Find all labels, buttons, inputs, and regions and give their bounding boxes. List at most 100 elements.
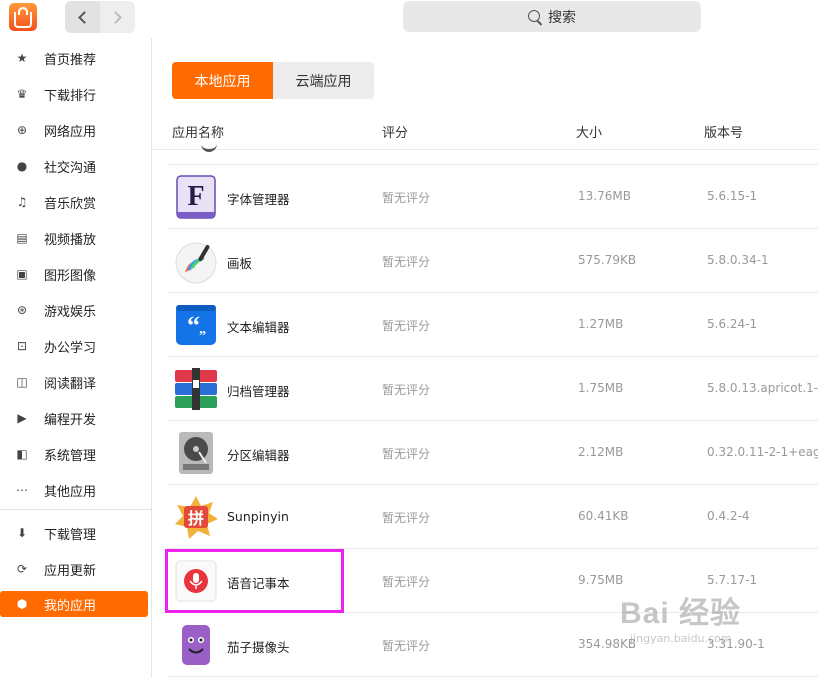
camera-face-icon [173, 622, 219, 668]
column-header-version[interactable]: 版本号 [704, 122, 743, 141]
download-icon: ⬇ [16, 526, 28, 540]
crown-icon: ♛ [16, 87, 28, 101]
sidebar-item-label: 社交沟通 [44, 160, 97, 176]
sidebar-item-label: 视频播放 [44, 232, 97, 248]
highlight-box [165, 549, 344, 613]
column-header-size[interactable]: 大小 [576, 122, 602, 141]
system-icon: ◧ [16, 447, 28, 461]
tab-cloud-apps[interactable]: 云端应用 [273, 62, 374, 99]
sidebar-item-updates[interactable]: ⟳ 应用更新 [0, 556, 148, 582]
table-row[interactable]: 归档管理器 暂无评分 1.75MB 5.8.0.13.apricot.1-1 [167, 357, 818, 421]
paintbrush-icon [173, 238, 219, 284]
app-name: 文本编辑器 [227, 320, 290, 335]
sidebar-item-label: 我的应用 [44, 598, 97, 614]
image-icon: ▣ [16, 267, 28, 281]
sidebar-item-label: 游戏娱乐 [44, 304, 97, 320]
sidebar-item-label: 应用更新 [44, 563, 97, 579]
search-label: 搜索 [548, 9, 576, 26]
table-header: 应用名称 评分 大小 版本号 [152, 112, 818, 150]
sidebar-item-games[interactable]: ⊛ 游戏娱乐 [0, 297, 148, 323]
table-row[interactable]: 画板 暂无评分 575.79KB 5.8.0.34-1 [167, 229, 818, 293]
app-size: 1.75MB [578, 381, 624, 395]
sidebar-item-label: 编程开发 [44, 412, 97, 428]
chevron-left-icon [78, 10, 91, 24]
app-size: 1.27MB [578, 317, 624, 331]
sidebar-item-system[interactable]: ◧ 系统管理 [0, 441, 148, 467]
column-header-rating[interactable]: 评分 [382, 122, 408, 141]
titlebar: 搜索 [0, 0, 818, 38]
app-rating: 暂无评分 [382, 319, 431, 333]
sidebar-item-label: 音乐欣赏 [44, 196, 97, 212]
app-rating: 暂无评分 [382, 255, 431, 269]
app-rating: 暂无评分 [382, 639, 431, 653]
sidebar-item-music[interactable]: ♫ 音乐欣赏 [0, 189, 148, 215]
app-size: 2.12MB [578, 445, 624, 459]
column-header-name[interactable]: 应用名称 [172, 122, 224, 141]
tab-local-apps[interactable]: 本地应用 [172, 62, 273, 99]
sidebar-divider [0, 509, 151, 510]
svg-text:拼: 拼 [188, 509, 204, 528]
app-version: 3.31.90-1 [707, 637, 765, 651]
app-size: 9.75MB [578, 573, 624, 587]
app-source-tabs: 本地应用 云端应用 [172, 62, 374, 99]
sidebar-item-label: 下载排行 [44, 88, 97, 104]
app-name: 字体管理器 [227, 192, 290, 207]
pinyin-icon: 拼 [173, 494, 219, 540]
sidebar-item-others[interactable]: ⋯ 其他应用 [0, 477, 148, 503]
sidebar-item-label: 办公学习 [44, 340, 97, 356]
app-rating: 暂无评分 [382, 191, 431, 205]
app-rating: 暂无评分 [382, 511, 431, 525]
svg-text:F: F [187, 181, 204, 212]
app-size: 60.41KB [578, 509, 629, 523]
app-name: 归档管理器 [227, 384, 290, 399]
forward-button[interactable] [100, 1, 135, 33]
sidebar-item-ranking[interactable]: ♛ 下载排行 [0, 81, 148, 107]
music-note-icon: ♫ [16, 195, 28, 209]
sidebar-item-downloads[interactable]: ⬇ 下载管理 [0, 520, 148, 546]
disk-icon [173, 430, 219, 476]
sidebar-item-office[interactable]: ⊡ 办公学习 [0, 333, 148, 359]
app-store-logo-icon [9, 3, 37, 31]
gamepad-icon: ⊛ [16, 303, 28, 317]
svg-text:”: ” [199, 329, 206, 344]
sidebar-item-video[interactable]: ▤ 视频播放 [0, 225, 148, 251]
globe-icon: ⊕ [16, 123, 28, 137]
back-button[interactable] [65, 1, 100, 33]
app-version: 0.4.2-4 [707, 509, 750, 523]
chat-icon: ● [16, 159, 28, 173]
sidebar-item-home[interactable]: ★ 首页推荐 [0, 45, 148, 71]
app-rating: 暂无评分 [382, 383, 431, 397]
app-name: 分区编辑器 [227, 448, 290, 463]
table-row[interactable]: 茄子摄像头 暂无评分 354.98KB 3.31.90-1 [167, 613, 818, 677]
sidebar-item-graphics[interactable]: ▣ 图形图像 [0, 261, 148, 287]
font-manager-icon: F [173, 174, 219, 220]
search-bar[interactable]: 搜索 [403, 1, 701, 32]
app-name: 画板 [227, 256, 253, 271]
sidebar-item-label: 系统管理 [44, 448, 97, 464]
table-row[interactable]: F 字体管理器 暂无评分 13.76MB 5.6.15-1 [167, 165, 818, 229]
refresh-icon: ⟳ [16, 562, 28, 576]
film-icon: ▤ [16, 231, 28, 245]
text-editor-icon: “” [173, 302, 219, 348]
sidebar-item-label: 网络应用 [44, 124, 97, 140]
navigation-buttons [65, 1, 135, 33]
sidebar-item-label: 下载管理 [44, 527, 97, 543]
sidebar-item-social[interactable]: ● 社交沟通 [0, 153, 148, 179]
book-icon: ◫ [16, 375, 28, 389]
app-version: 5.8.0.13.apricot.1-1 [707, 381, 818, 395]
chevron-right-icon [109, 10, 122, 24]
sidebar-item-label: 图形图像 [44, 268, 97, 284]
table-row[interactable]: 分区编辑器 暂无评分 2.12MB 0.32.0.11-2-1+eagle [167, 421, 818, 485]
sidebar-item-network[interactable]: ⊕ 网络应用 [0, 117, 148, 143]
sidebar: ★ 首页推荐 ♛ 下载排行 ⊕ 网络应用 ● 社交沟通 ♫ 音乐欣赏 ▤ 视频播… [0, 38, 152, 678]
app-version: 5.8.0.34-1 [707, 253, 769, 267]
table-row[interactable]: 拼 Sunpinyin 暂无评分 60.41KB 0.4.2-4 [167, 485, 818, 549]
sidebar-item-reading[interactable]: ◫ 阅读翻译 [0, 369, 148, 395]
app-rating: 暂无评分 [382, 447, 431, 461]
app-version: 0.32.0.11-2-1+eagle [707, 445, 818, 459]
sidebar-item-my-apps[interactable]: ⬢ 我的应用 [0, 591, 148, 617]
sidebar-item-development[interactable]: ▶ 编程开发 [0, 405, 148, 431]
app-name: 茄子摄像头 [227, 640, 290, 655]
app-size: 354.98KB [578, 637, 637, 651]
table-row[interactable]: “” 文本编辑器 暂无评分 1.27MB 5.6.24-1 [167, 293, 818, 357]
